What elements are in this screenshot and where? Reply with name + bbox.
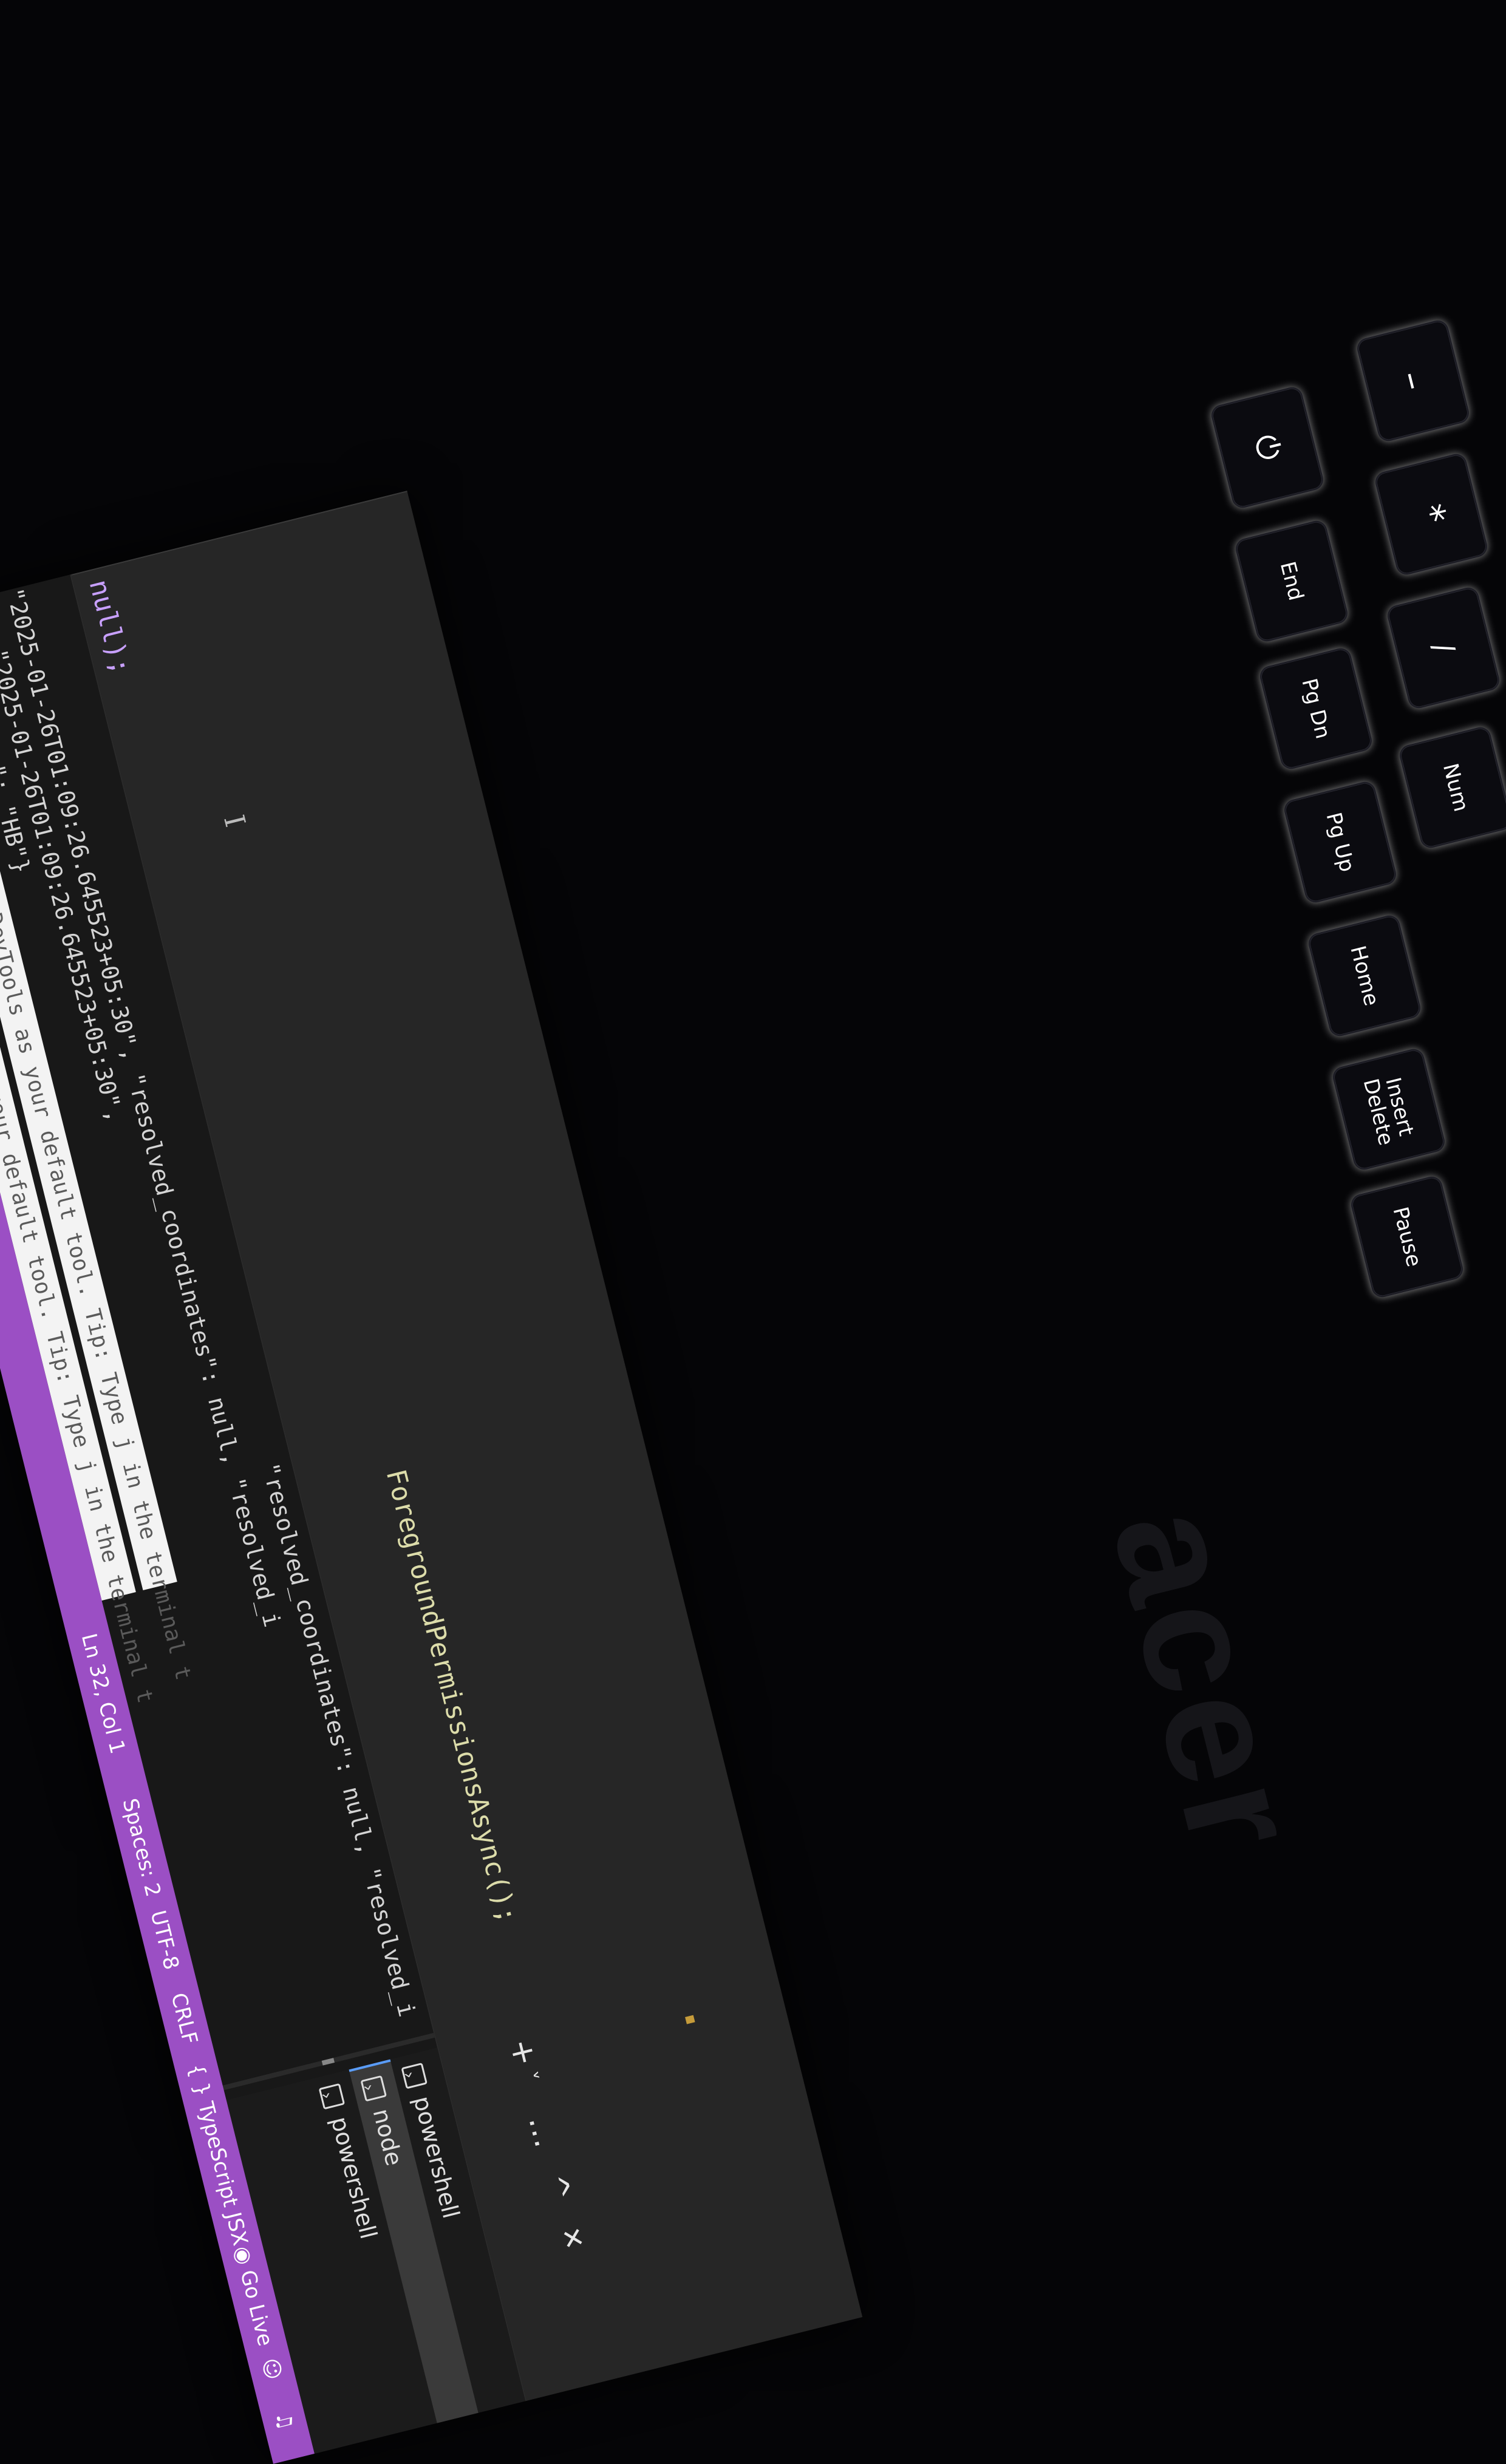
key-label: Insert Delete	[1358, 1075, 1419, 1148]
code-line[interactable]: ForegroundPermissionsAsync();	[377, 1466, 525, 1927]
language-indicator[interactable]: ENG	[158, 2112, 189, 2155]
key-label: –	[1390, 366, 1436, 395]
maximize-panel-button[interactable]: ^	[536, 2171, 578, 2205]
terminal-icon	[401, 2062, 428, 2089]
key-end: End	[1233, 518, 1350, 644]
key-label: Home	[1345, 943, 1384, 1009]
language-region: IN	[136, 2123, 162, 2148]
key-page-up: Pg Up	[1282, 779, 1399, 905]
copilot-icon[interactable]: ☺	[248, 2353, 295, 2384]
key-label: Pg Up	[1321, 809, 1360, 875]
key-insert-delete: Insert Delete	[1331, 1046, 1447, 1172]
code-text: ForegroundPermissionsAsync();	[380, 1466, 523, 1927]
key-label: /	[1425, 639, 1462, 657]
indent-guide	[71, 491, 407, 576]
notification-center-icon[interactable]: ▣	[233, 2437, 258, 2459]
key-asterisk: *	[1373, 451, 1490, 577]
terminal-item-label: node	[367, 2106, 408, 2169]
battery-icon[interactable]: ▮	[196, 2284, 219, 2299]
key-label: Num	[1437, 761, 1474, 814]
terminal-icon	[319, 2083, 346, 2110]
key-page-down: Pg Dn	[1258, 645, 1374, 772]
key-home: Home	[1306, 913, 1423, 1039]
key-label: Pause	[1388, 1204, 1426, 1270]
key-num: Num	[1397, 724, 1506, 851]
power-key-icon: ⏻	[1209, 384, 1326, 511]
key-label: *	[1408, 500, 1454, 529]
tray-chevron-icon[interactable]: ^	[134, 2066, 166, 2093]
volume-icon[interactable]: ♪×	[182, 2231, 210, 2262]
wifi-icon[interactable]: )))	[170, 2184, 196, 2210]
key-minus: –	[1355, 318, 1471, 444]
clock-date[interactable]: 27-01-2025	[185, 2330, 231, 2438]
brand-logo: acer	[1079, 1491, 1335, 1873]
key-slash: /	[1385, 585, 1502, 711]
notifications-icon[interactable]: ♫	[262, 2406, 307, 2435]
key-label: Pg Dn	[1296, 676, 1335, 741]
terminal-icon	[360, 2075, 387, 2102]
key-label: End	[1275, 559, 1309, 604]
key-pause: Pause	[1349, 1174, 1465, 1300]
key-label: ⏻	[1246, 431, 1289, 465]
chevron-down-icon[interactable]: ˅	[516, 2069, 542, 2085]
minimap-marker	[685, 2015, 695, 2024]
text-cursor-icon: I	[217, 811, 252, 831]
more-actions-button[interactable]: …	[521, 2112, 564, 2151]
close-panel-button[interactable]: ✕	[554, 2224, 590, 2253]
laptop-screen: ForegroundPermissionsAsync(); null); ); …	[0, 491, 863, 2464]
